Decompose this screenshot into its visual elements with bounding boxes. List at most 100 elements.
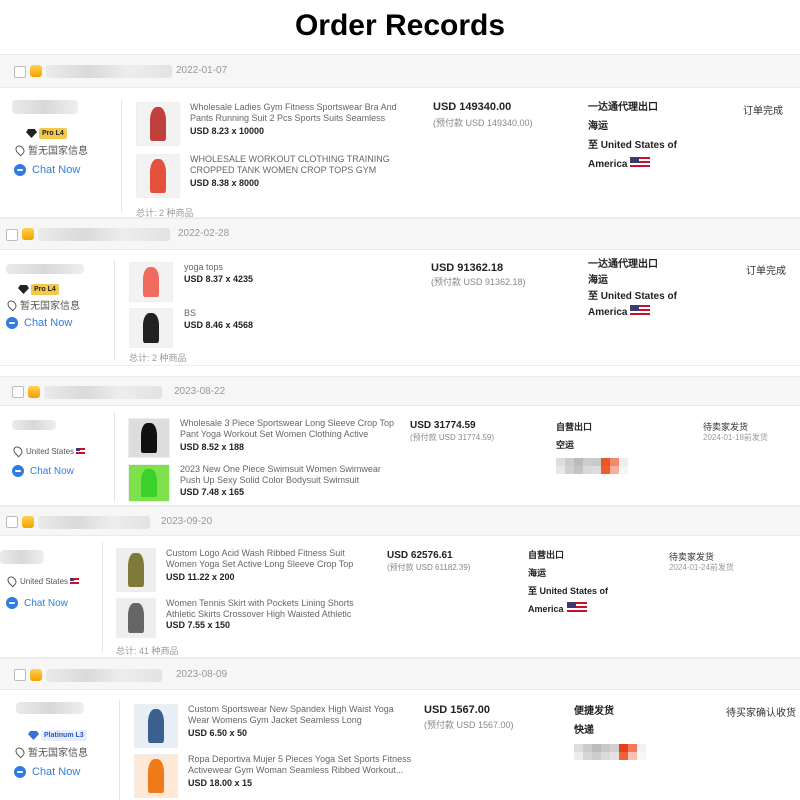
product-price-qty: USD 8.38 x 8000: [190, 178, 260, 188]
location-pin-icon: [13, 143, 27, 156]
product-thumbnail[interactable]: [128, 418, 170, 458]
order-checkbox[interactable]: [6, 516, 18, 528]
product-name[interactable]: WHOLESALE WORKOUT CLOTHING TRAINING CROP…: [190, 154, 405, 176]
order-header: 2022-01-07: [0, 54, 800, 88]
product-name[interactable]: BS: [184, 308, 384, 319]
product-name[interactable]: Wholesale 3 Piece Sportswear Long Sleeve…: [180, 418, 395, 440]
product-thumbnail[interactable]: [136, 154, 180, 198]
chat-now-link[interactable]: Chat Now: [6, 317, 72, 329]
crown-icon: [28, 386, 40, 398]
chat-icon: [12, 465, 24, 477]
us-flag-icon: [76, 448, 86, 454]
us-flag-icon: [630, 157, 651, 169]
chat-icon: [6, 597, 18, 609]
buyer-level-badge: Pro L4: [26, 128, 67, 139]
order-status: 订单完成: [743, 106, 783, 117]
shipping-method: 自营出口 空运: [556, 422, 593, 450]
order-card: 2023-08-09 Platinum L3 暂无国家信息 Chat Now C…: [0, 658, 800, 800]
blurred-buyer: [12, 420, 56, 430]
crown-icon: [22, 516, 34, 528]
buyer-location: 暂无国家信息: [13, 744, 88, 759]
order-card: 2022-02-28 Pro L4 暂无国家信息 Chat Now yoga t…: [0, 218, 800, 366]
total-items: 总计: 2 种商品: [136, 208, 194, 218]
chat-icon: [14, 164, 26, 176]
blurred-buyer-name: [44, 386, 162, 399]
page-title: Order Records: [294, 9, 506, 42]
order-checkbox[interactable]: [14, 66, 26, 78]
product-thumbnail[interactable]: [134, 704, 178, 748]
product-price-qty: USD 8.52 x 188: [180, 442, 245, 452]
order-card: 2023-08-22 United States Chat Now Wholes…: [0, 376, 800, 506]
product-name[interactable]: Custom Logo Acid Wash Ribbed Fitness Sui…: [166, 548, 366, 570]
chat-now-link[interactable]: Chat Now: [14, 164, 80, 176]
order-status: 待买家确认收货: [726, 708, 796, 719]
product-price-qty: USD 7.55 x 150: [166, 620, 231, 630]
chat-icon: [6, 317, 18, 329]
order-amount: USD 149340.00: [433, 101, 512, 113]
product-name[interactable]: Ropa Deportiva Mujer 5 Pieces Yoga Set S…: [188, 754, 413, 776]
blurred-buyer-name: [46, 669, 162, 682]
crown-icon: [30, 669, 42, 681]
product-name[interactable]: Women Tennis Skirt with Pockets Lining S…: [166, 598, 371, 620]
product-price-qty: USD 7.48 x 165: [180, 487, 245, 497]
product-thumbnail[interactable]: [134, 754, 178, 798]
product-name[interactable]: 2023 New One Piece Swimsuit Women Swimwe…: [180, 464, 390, 486]
product-thumbnail[interactable]: [116, 598, 156, 638]
chat-now-link[interactable]: Chat Now: [6, 597, 68, 609]
product-price-qty: USD 8.23 x 10000: [190, 126, 265, 136]
blurred-buyer: [12, 100, 78, 114]
product-name[interactable]: yoga tops: [184, 262, 384, 273]
ship-by-date: 2024-01-18前发货: [703, 433, 768, 442]
order-checkbox[interactable]: [14, 669, 26, 681]
buyer-level-badge: Platinum L3: [28, 730, 87, 741]
prepaid-amount: (预付款 USD 31774.59): [410, 433, 495, 442]
chat-now-link[interactable]: Chat Now: [12, 465, 74, 477]
order-header: 2023-09-20: [0, 506, 800, 536]
location-pin-icon: [5, 298, 19, 311]
order-status: 订单完成: [746, 266, 786, 277]
product-price-qty: USD 8.37 x 4235: [184, 274, 254, 284]
us-flag-icon: [630, 305, 651, 317]
diamond-icon: [26, 129, 37, 138]
blurred-tracking-info: [574, 744, 646, 760]
product-name[interactable]: Wholesale Ladies Gym Fitness Sportswear …: [190, 102, 415, 124]
product-price-qty: USD 6.50 x 50: [188, 728, 248, 738]
product-price-qty: USD 18.00 x 15: [188, 778, 253, 788]
blurred-buyer-name: [38, 228, 170, 241]
order-date: 2023-08-09: [176, 669, 228, 680]
crown-icon: [22, 228, 34, 240]
product-name[interactable]: Custom Sportswear New Spandex High Waist…: [188, 704, 398, 726]
product-thumbnail[interactable]: [136, 102, 180, 146]
order-amount: USD 91362.18: [431, 262, 504, 274]
blurred-buyer-name: [38, 516, 150, 529]
shipping-method: 便捷发货 快递: [574, 706, 614, 736]
product-thumbnail[interactable]: [129, 262, 173, 302]
product-price-qty: USD 11.22 x 200: [166, 572, 235, 582]
product-thumbnail[interactable]: [129, 308, 173, 348]
order-checkbox[interactable]: [12, 386, 24, 398]
product-thumbnail[interactable]: [116, 548, 156, 592]
prepaid-amount: (预付款 USD 91362.18): [431, 277, 526, 287]
location-pin-icon: [5, 574, 19, 588]
shipping-method: 一达通代理出口 海运 至 United States of America: [588, 259, 677, 318]
blurred-buyer: [16, 702, 84, 714]
buyer-level-badge: Pro L4: [18, 284, 59, 295]
order-date: 2023-09-20: [161, 516, 213, 527]
blurred-buyer: [0, 550, 44, 564]
total-items: 总计: 2 种商品: [129, 353, 187, 363]
blurred-tracking-info: [556, 458, 628, 474]
product-thumbnail[interactable]: [128, 464, 170, 502]
chat-now-link[interactable]: Chat Now: [14, 766, 80, 778]
order-date: 2023-08-22: [174, 386, 226, 397]
order-card: 2023-09-20 United States Chat Now Custom…: [0, 506, 800, 658]
chat-icon: [14, 766, 26, 778]
prepaid-amount: (预付款 USD 61182.39): [387, 563, 471, 572]
order-checkbox[interactable]: [6, 229, 18, 241]
location-pin-icon: [11, 444, 25, 458]
blurred-buyer-name: [46, 65, 172, 78]
ship-by-date: 2024-01-24前发货: [669, 563, 734, 572]
buyer-location: United States: [5, 574, 80, 588]
order-date: 2022-02-28: [178, 228, 230, 239]
blurred-buyer: [6, 264, 84, 274]
prepaid-amount: (预付款 USD 1567.00): [424, 720, 514, 730]
